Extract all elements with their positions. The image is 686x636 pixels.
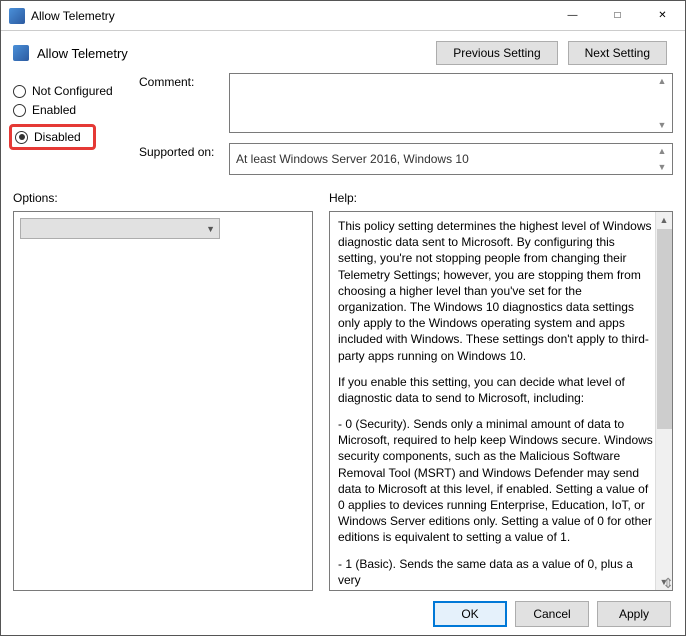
help-box: This policy setting determines the highe… <box>329 211 673 591</box>
title-bar: Allow Telemetry — □ ✕ <box>1 1 685 31</box>
next-setting-button[interactable]: Next Setting <box>568 41 667 65</box>
radio-label: Disabled <box>34 130 81 144</box>
selected-highlight: Disabled <box>9 124 96 150</box>
radio-icon <box>13 85 26 98</box>
supported-value: At least Windows Server 2016, Windows 10 <box>236 152 469 166</box>
help-paragraph: If you enable this setting, you can deci… <box>338 374 653 406</box>
state-radios: Not Configured Enabled Disabled <box>13 73 123 185</box>
minimize-button[interactable]: — <box>550 1 595 30</box>
help-text: This policy setting determines the highe… <box>330 212 655 590</box>
help-scrollbar[interactable]: ▲ ▼ <box>655 212 672 590</box>
radio-enabled[interactable]: Enabled <box>13 103 123 117</box>
apply-button[interactable]: Apply <box>597 601 671 627</box>
radio-icon <box>13 104 26 117</box>
options-box: ▼ <box>13 211 313 591</box>
chevron-down-icon: ▼ <box>206 224 215 234</box>
policy-title: Allow Telemetry <box>37 46 436 61</box>
comment-row: Comment: ▲ ▼ <box>139 73 673 133</box>
supported-on-box: At least Windows Server 2016, Windows 10… <box>229 143 673 175</box>
help-paragraph: - 1 (Basic). Sends the same data as a va… <box>338 556 653 588</box>
scroll-arrows: ▲ ▼ <box>654 146 670 172</box>
window-buttons: — □ ✕ <box>550 1 685 30</box>
policy-icon <box>13 45 29 61</box>
footer-buttons: OK Cancel Apply <box>1 591 685 635</box>
resize-grip-icon[interactable]: ⇕ <box>662 575 673 591</box>
scroll-down-icon[interactable]: ▼ <box>658 120 667 130</box>
help-paragraph: - 0 (Security). Sends only a minimal amo… <box>338 416 653 546</box>
comment-input[interactable]: ▲ ▼ <box>229 73 673 133</box>
lower-panels: Options: ▼ Help: This policy setting det… <box>1 185 685 591</box>
help-column: Help: This policy setting determines the… <box>329 191 673 591</box>
cancel-button[interactable]: Cancel <box>515 601 589 627</box>
radio-label: Not Configured <box>32 84 113 98</box>
options-dropdown[interactable]: ▼ <box>20 218 220 239</box>
dialog-window: Allow Telemetry — □ ✕ Allow Telemetry Pr… <box>0 0 686 636</box>
nav-buttons: Previous Setting Next Setting <box>436 41 667 65</box>
scroll-up-icon[interactable]: ▲ <box>656 212 672 228</box>
scroll-up-icon[interactable]: ▲ <box>658 146 667 156</box>
previous-setting-button[interactable]: Previous Setting <box>436 41 557 65</box>
ok-button[interactable]: OK <box>433 601 507 627</box>
scroll-up-icon[interactable]: ▲ <box>658 76 667 86</box>
maximize-button[interactable]: □ <box>595 1 640 30</box>
radio-not-configured[interactable]: Not Configured <box>13 84 123 98</box>
supported-label: Supported on: <box>139 143 229 175</box>
supported-row: Supported on: At least Windows Server 20… <box>139 143 673 175</box>
app-icon <box>9 8 25 24</box>
help-label: Help: <box>329 191 673 205</box>
fields-area: Comment: ▲ ▼ Supported on: At least Wind… <box>139 73 673 185</box>
help-paragraph: This policy setting determines the highe… <box>338 218 653 364</box>
comment-label: Comment: <box>139 73 229 133</box>
close-button[interactable]: ✕ <box>640 1 685 30</box>
scroll-thumb[interactable] <box>657 229 672 429</box>
body-area: Not Configured Enabled Disabled Comment: <box>1 73 685 185</box>
scroll-arrows: ▲ ▼ <box>654 76 670 130</box>
scroll-down-icon[interactable]: ▼ <box>658 162 667 172</box>
radio-icon <box>15 131 28 144</box>
header-row: Allow Telemetry Previous Setting Next Se… <box>1 31 685 73</box>
radio-label: Enabled <box>32 103 76 117</box>
options-label: Options: <box>13 191 313 205</box>
options-column: Options: ▼ <box>13 191 313 591</box>
window-title: Allow Telemetry <box>31 9 550 23</box>
radio-disabled[interactable]: Disabled <box>15 130 81 144</box>
